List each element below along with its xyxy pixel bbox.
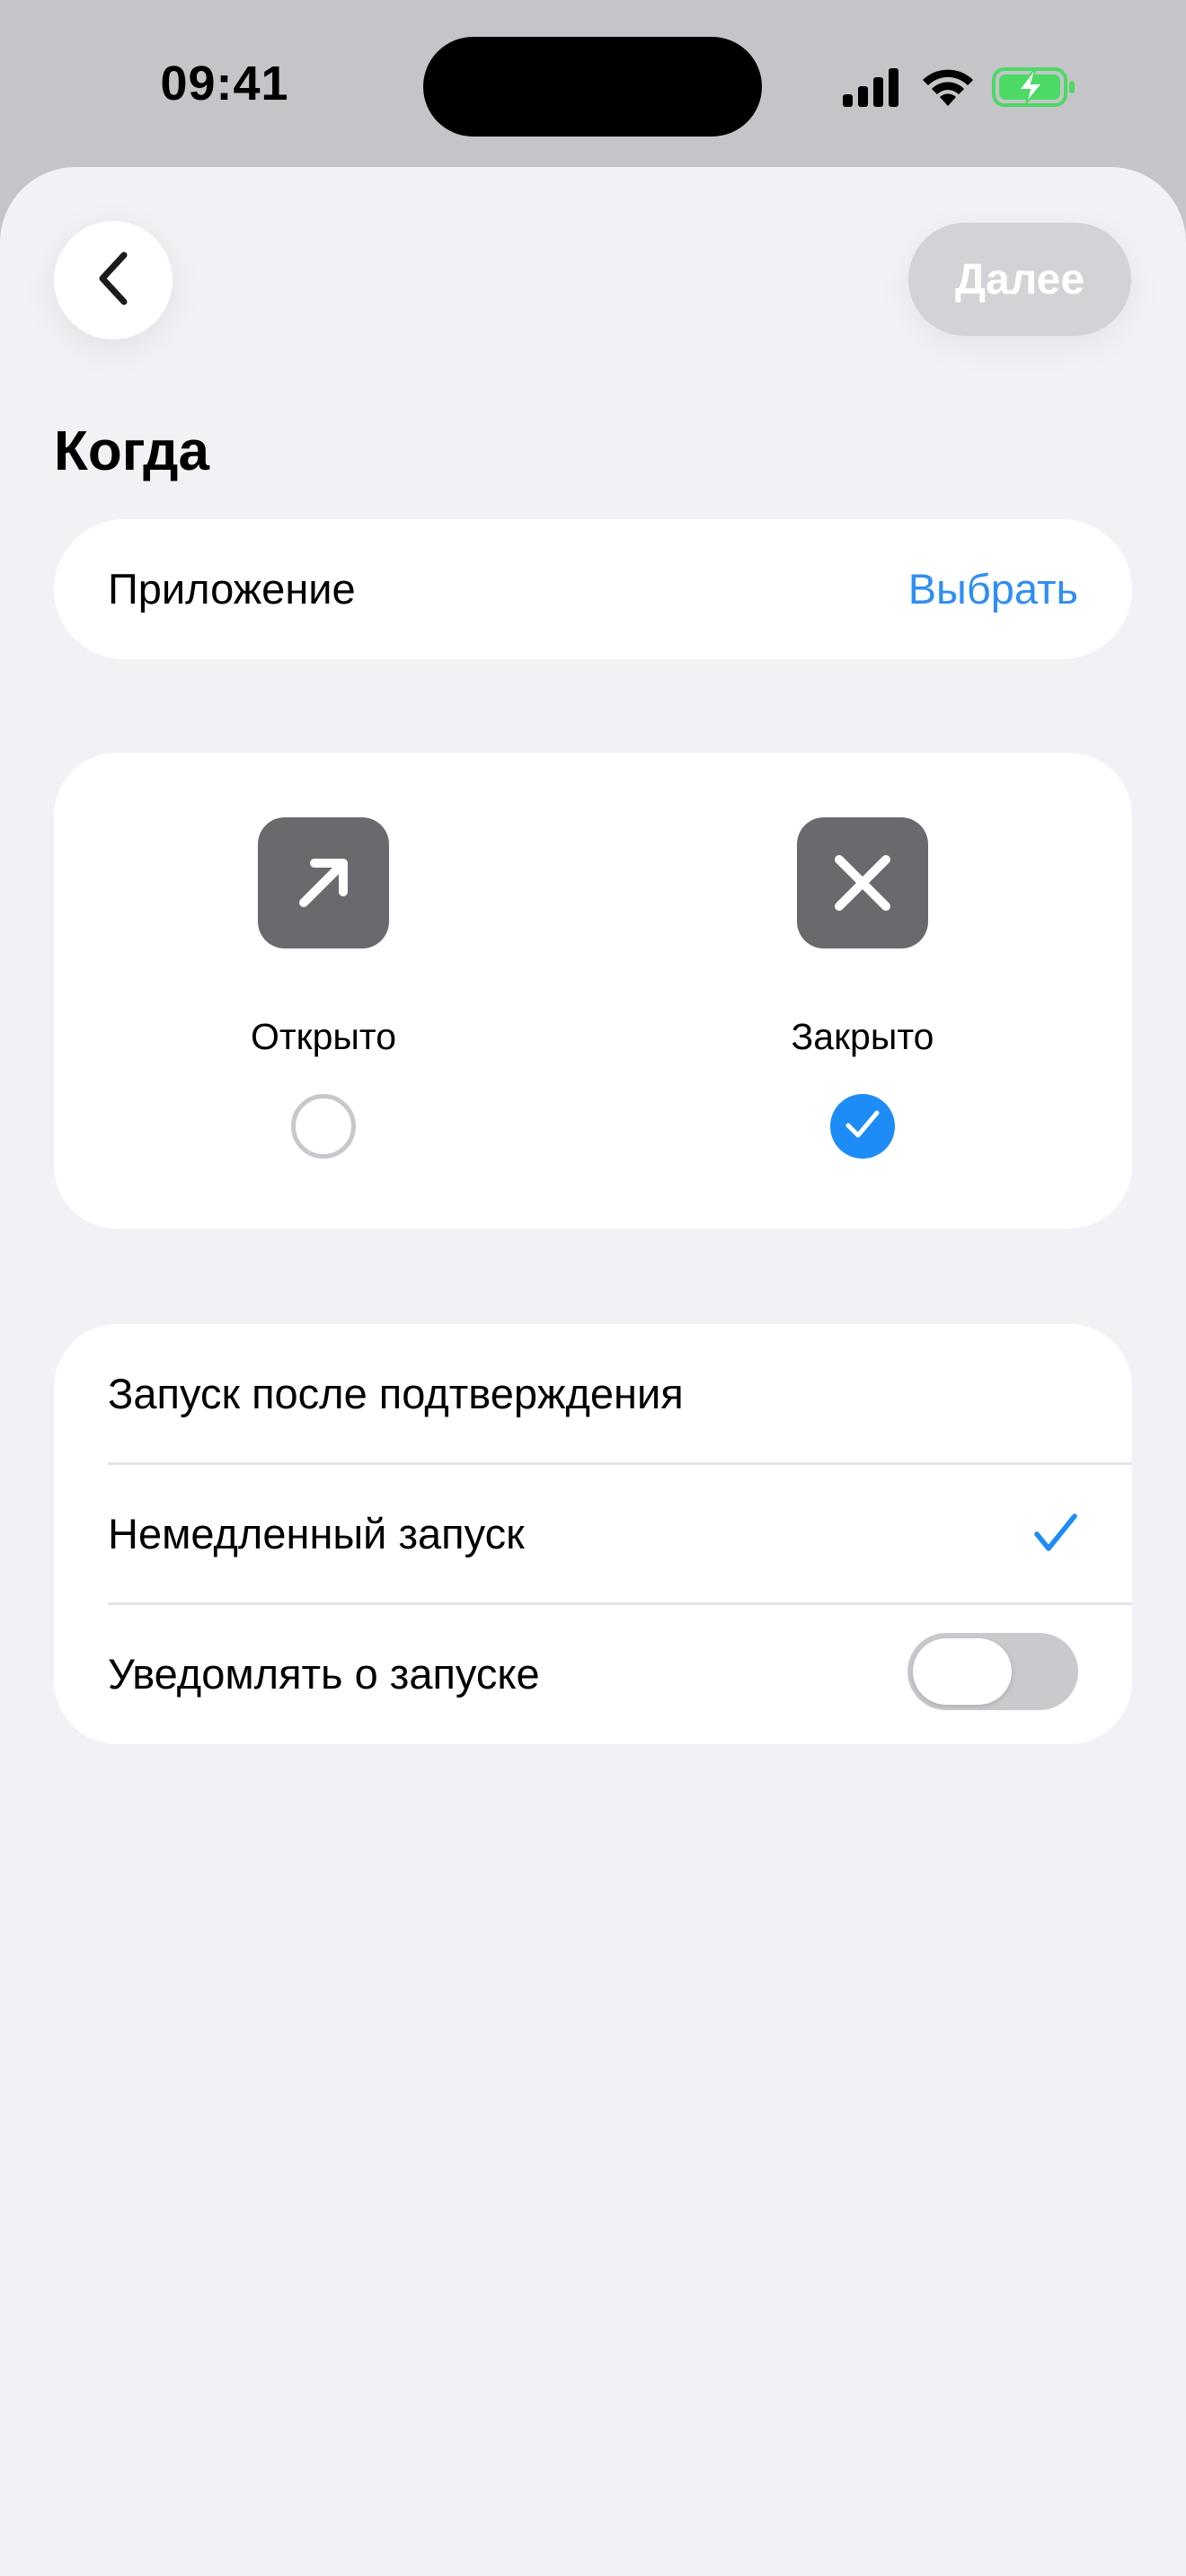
notify-toggle[interactable]	[907, 1633, 1078, 1710]
state-option-opened[interactable]: Открыто	[54, 753, 593, 1229]
checkmark-icon	[845, 1109, 881, 1144]
dynamic-island	[423, 37, 762, 137]
app-state-card: Открыто Закрыто	[54, 753, 1132, 1229]
checkmark-icon	[1033, 1511, 1078, 1560]
next-button[interactable]: Далее	[908, 223, 1131, 336]
app-select-row[interactable]: Приложение Выбрать	[54, 519, 1132, 659]
section-title: Когда	[54, 420, 210, 482]
option-run-immediately[interactable]: Немедленный запуск	[108, 1464, 1078, 1604]
status-bar: 09:41	[0, 0, 1186, 167]
close-x-icon	[797, 817, 928, 948]
option-label: Запуск после подтверждения	[108, 1370, 684, 1417]
chevron-left-icon	[93, 250, 133, 312]
state-option-closed[interactable]: Закрыто	[593, 753, 1132, 1229]
sheet: Далее Когда Приложение Выбрать Открыто З…	[0, 167, 1186, 2576]
radio-closed[interactable]	[830, 1094, 895, 1159]
radio-opened[interactable]	[291, 1094, 356, 1159]
app-row-label: Приложение	[108, 565, 356, 613]
option-run-after-confirm[interactable]: Запуск после подтверждения	[108, 1324, 1078, 1464]
toggle-knob	[913, 1638, 1012, 1705]
status-time: 09:41	[160, 57, 289, 110]
state-label-opened: Открыто	[251, 1016, 396, 1057]
battery-charging-icon	[992, 66, 1076, 108]
wifi-icon	[920, 66, 976, 108]
option-label: Уведомлять о запуске	[108, 1650, 540, 1698]
option-label: Немедленный запуск	[108, 1510, 525, 1557]
arrow-up-right-icon	[258, 817, 389, 948]
cellular-signal-icon	[841, 67, 902, 107]
status-icons	[841, 63, 1076, 111]
state-label-closed: Закрыто	[791, 1016, 934, 1057]
choose-app-link[interactable]: Выбрать	[908, 564, 1078, 614]
run-options-card: Запуск после подтверждения Немедленный з…	[54, 1324, 1132, 1744]
option-notify-on-run: Уведомлять о запуске	[108, 1604, 1078, 1744]
back-button[interactable]	[54, 221, 173, 340]
